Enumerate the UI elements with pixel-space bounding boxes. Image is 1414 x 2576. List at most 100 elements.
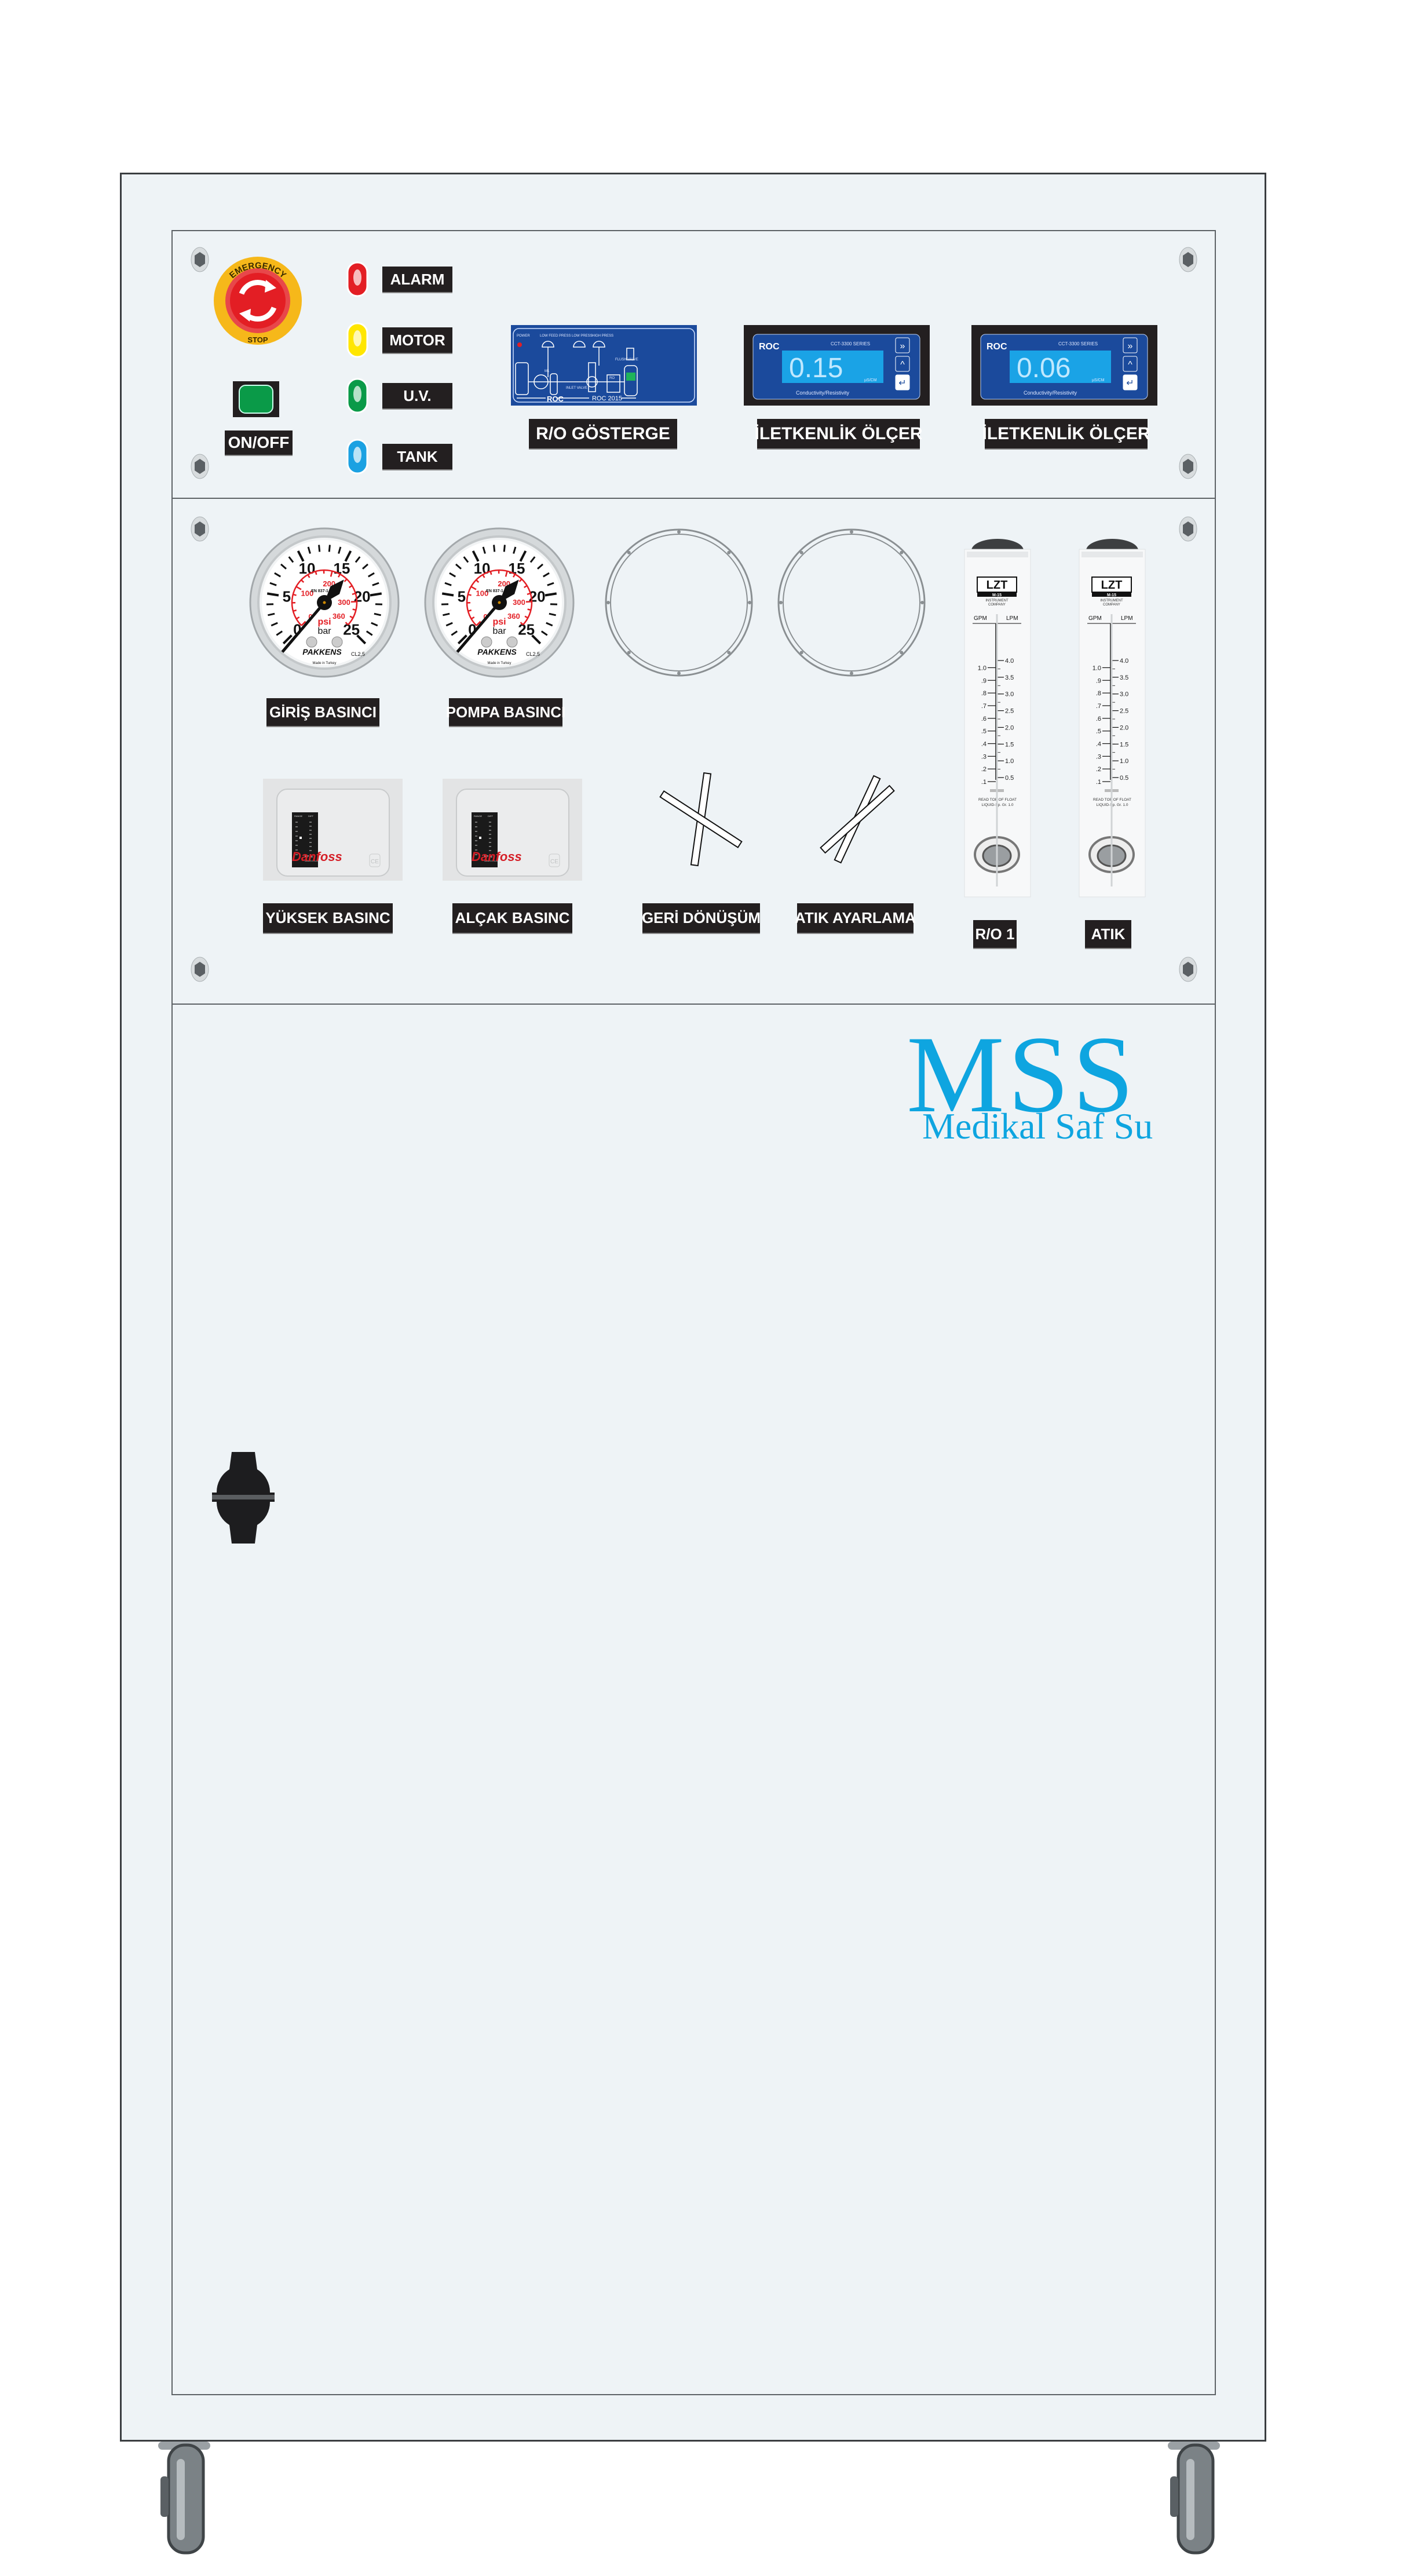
inlet-valve-label: INLET VALVE [566, 386, 587, 390]
meter-reading: 0.15 [789, 353, 843, 384]
psi-tick-label: 360 [507, 612, 520, 621]
psi-tick [527, 608, 531, 611]
bar-tick-label: 25 [343, 621, 360, 638]
bar-tick-label: 5 [283, 588, 291, 605]
range-label: RANGE [294, 815, 303, 818]
next-button[interactable]: » [895, 337, 910, 353]
gpm-tick-label: .7 [1096, 703, 1101, 710]
gpm-tick-label: 1.0 [978, 665, 986, 672]
flowmeter-brand: LZT [986, 579, 1008, 592]
gpm-tick-label: .3 [1096, 753, 1101, 760]
lpm-unit: LPM [1121, 615, 1133, 622]
empty-gauge-slot [776, 527, 927, 678]
psi-tick-label: 300 [338, 598, 350, 607]
high-press-label: HIGH PRESS [592, 334, 613, 338]
indicator-light-alarm [346, 261, 369, 297]
ce-mark: CE [550, 859, 558, 865]
gauge-brand: PAKKENS [302, 647, 342, 656]
gpm-tick-label: .8 [1096, 690, 1101, 697]
roc-brand: ROC [547, 395, 564, 403]
lpm-tick-label: 1.0 [1120, 758, 1128, 765]
valve-handle-2[interactable] [805, 771, 909, 869]
gpm-unit: GPM [1088, 615, 1102, 622]
next-button[interactable]: » [1123, 337, 1138, 353]
low-feed-label: LOW FEED PRESS [540, 334, 571, 338]
up-button[interactable]: ^ [895, 356, 910, 372]
enter-icon: ↵ [1126, 378, 1134, 388]
lpm-tick-label: 3.5 [1005, 674, 1014, 681]
lpm-tick-label: 2.0 [1005, 724, 1014, 731]
danfoss-logo: Danfoss [292, 849, 342, 864]
lpm-tick-label: 3.5 [1120, 674, 1128, 681]
gpm-tick-label: .1 [1096, 779, 1101, 786]
lpm-tick-label: 4.0 [1005, 658, 1014, 665]
screw-icon [1179, 247, 1197, 272]
screw-icon [191, 516, 209, 542]
psi-unit-label: psi [492, 617, 506, 627]
gpm-tick-label: .2 [1096, 766, 1101, 773]
caster-wheel-left [147, 2442, 222, 2555]
meter-unit: µS/CM [1092, 378, 1105, 382]
origin-label: Made in Turkey [487, 662, 511, 665]
gpm-tick-label: .4 [1096, 740, 1101, 747]
lpm-unit: LPM [1006, 615, 1018, 622]
lpm-tick-label: 1.0 [1005, 758, 1014, 765]
lpm-tick-label: 3.0 [1120, 691, 1128, 698]
bar-tick-label: 5 [458, 588, 466, 605]
m1-label: M1 [545, 370, 550, 373]
meter-caption: Conductivity/Resistivity [796, 390, 850, 396]
pressure-gauge-label: POMPA BASINCI [446, 698, 565, 726]
psi-tick [352, 592, 356, 595]
gpm-tick-label: .1 [981, 779, 986, 786]
flowmeter-label: ATIK [1085, 920, 1131, 948]
gpm-tick-label: .6 [981, 716, 986, 723]
gpm-tick-label: .7 [981, 703, 986, 710]
indicator-light-tank [346, 439, 369, 475]
psi-tick [352, 608, 356, 611]
door-handle[interactable] [209, 1450, 278, 1546]
up-icon: ^ [1128, 360, 1132, 370]
enter-button[interactable]: ↵ [1123, 374, 1138, 391]
gpm-tick-label: .6 [1096, 716, 1101, 723]
pressure-switch[interactable]: RANGE DIFF KP 36 MADE IN POLAND Danfoss CE [443, 779, 582, 881]
maker-label: INSTRUMENT [985, 599, 1009, 603]
gpm-tick-label: .9 [1096, 677, 1101, 684]
conductivity-meter-label: İLETKENLİK ÖLÇER [755, 419, 923, 448]
valve-handle-1[interactable] [649, 771, 753, 869]
pressure-switch-label: ALÇAK BASINC [452, 903, 572, 933]
cabinet-door[interactable] [171, 1004, 1216, 2395]
range-label: RANGE [474, 815, 483, 818]
on-off-switch[interactable] [233, 381, 279, 417]
pressure-gauge-label: GİRİŞ BASINCI [266, 698, 379, 726]
gpm-unit: GPM [974, 615, 987, 622]
enter-icon: ↵ [898, 378, 906, 388]
bar-tick [318, 545, 321, 552]
diff-label: DIFF [488, 815, 493, 818]
up-button[interactable]: ^ [1123, 356, 1138, 372]
pressure-switch-label: YÜKSEK BASINC [263, 903, 393, 933]
indicator-label: MOTOR [382, 327, 452, 353]
psi-tick [315, 571, 317, 575]
flowmeter-label: R/O 1 [973, 920, 1017, 948]
maker-label: COMPANY [1103, 603, 1120, 607]
pressure-switch[interactable]: RANGE DIFF KP 36 MADE IN POLAND Danfoss CE [263, 779, 403, 881]
bar-unit-label: bar [317, 626, 331, 636]
conductivity-meter: ROC CCT-3300 SERIES 0.06 µS/CM Conductivity/… [971, 325, 1157, 406]
power-label: POWER [517, 334, 530, 338]
screw-icon [1179, 957, 1197, 982]
flowmeter: LZT M-15 INSTRUMENT COMPANY GPM LPM 0.5 1.0 1.5 2… [963, 539, 1032, 900]
emergency-stop-button[interactable]: EMERGENCY STOP [213, 256, 303, 346]
flowmeter-brand: LZT [1101, 579, 1123, 592]
enter-button[interactable]: ↵ [895, 374, 910, 391]
standard-label: EN 837-1 [486, 589, 503, 593]
psi-tick [293, 609, 297, 612]
conductivity-meter: ROC CCT-3300 SERIES 0.15 µS/CM Conductivity/… [744, 325, 930, 406]
lpm-tick-label: 2.5 [1005, 708, 1014, 715]
power-led [517, 342, 522, 347]
bar-unit-label: bar [492, 626, 506, 636]
screw-icon [191, 957, 209, 982]
standard-label: EN 837-1 [311, 589, 328, 593]
diff-label: DIFF [308, 815, 313, 818]
valve-label: GERİ DÖNÜŞÜM [642, 903, 761, 933]
pressure-gauge: 05101520250100200300360psibarEN 837-1PAK… [424, 527, 575, 678]
